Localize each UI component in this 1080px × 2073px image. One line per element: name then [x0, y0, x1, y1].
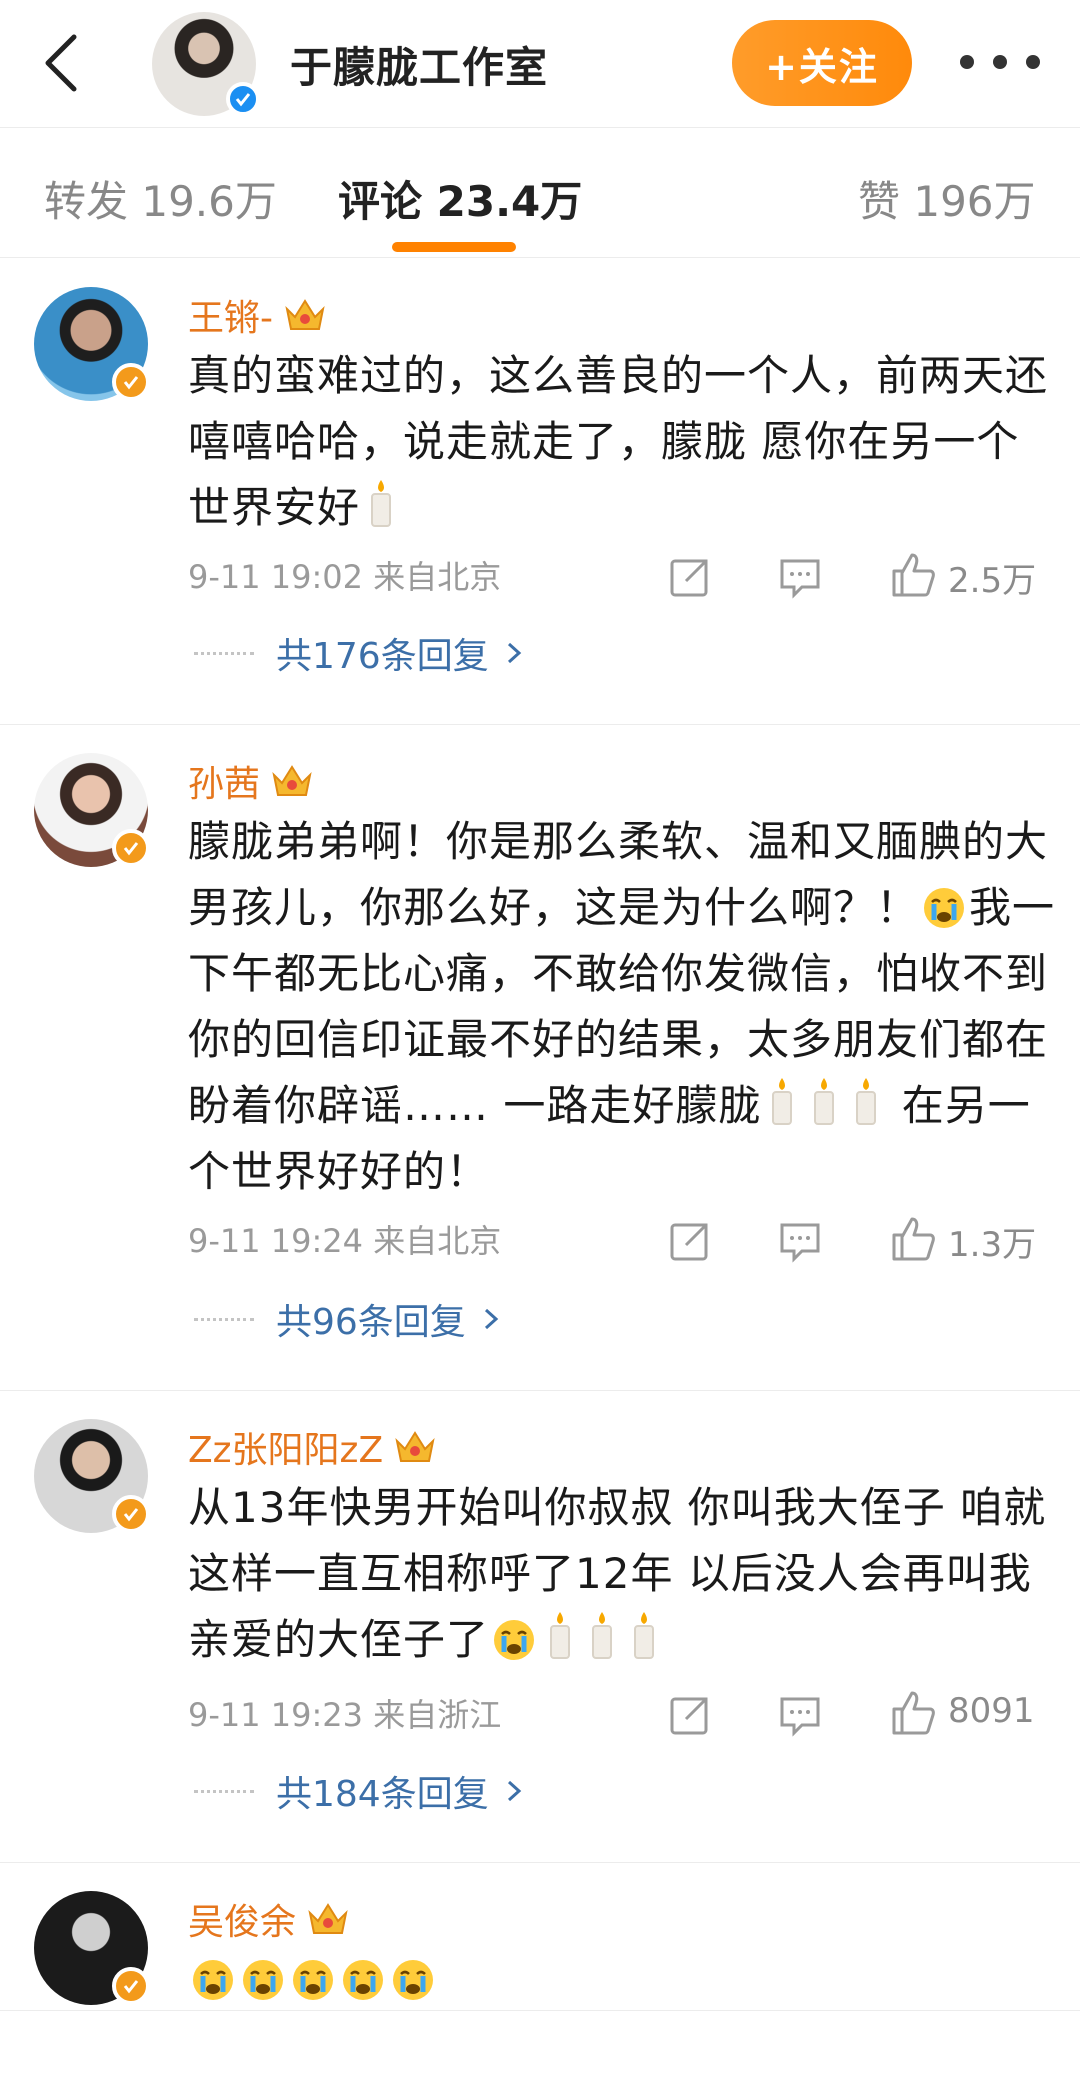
crying-emoji-icon: [393, 1960, 433, 2000]
crying-emoji-icon: [924, 888, 965, 928]
candle-icon: [772, 1078, 793, 1125]
replies-link[interactable]: 共96条回复: [276, 1293, 466, 1345]
thumbs-up-icon[interactable]: [888, 1689, 936, 1737]
comment-text: 朦胧弟弟啊！你是那么柔软、温和又腼腆的大男孩儿，你那么好，这是为什么啊？！ 我一下…: [188, 809, 1058, 1205]
username[interactable]: 吴俊余: [188, 1893, 296, 1945]
like-count: 1.3万: [948, 1225, 1037, 1265]
timestamp-location: 9-11 19:23 来自浙江: [188, 1696, 502, 1734]
view-replies[interactable]: 共96条回复: [194, 1289, 502, 1349]
comment-item: 王锵- 真的蛮难过的，这么善良的一个人，前两天还嘻嘻哈哈，说走就走了，朦胧 愿你…: [0, 259, 1080, 725]
replies-dots: [194, 1317, 254, 1321]
view-replies[interactable]: 共176条回复: [194, 623, 525, 683]
crying-emoji-icon: [494, 1620, 535, 1660]
chevron-right-icon: [507, 1780, 521, 1802]
name-row: Zz张阳阳zZ: [188, 1421, 437, 1473]
bottom-toolbar: [0, 2010, 1080, 2060]
name-row: 吴俊余: [188, 1893, 350, 1945]
chevron-right-icon: [484, 1308, 499, 1330]
comment-reply-icon[interactable]: [778, 555, 822, 599]
chevron-right-icon: [507, 642, 521, 664]
crown-icon: [308, 1903, 348, 1934]
comment-reply-icon[interactable]: [778, 1693, 822, 1737]
more-options-icon[interactable]: [960, 40, 1040, 84]
comment-text: [188, 1947, 1058, 2013]
comment-actions: 2.5万: [668, 545, 1058, 605]
crying-emoji-icon: [293, 1960, 333, 2000]
post-tabs: 转发 19.6万 评论 23.4万 赞 196万: [0, 128, 1080, 258]
verified-badge-icon: [112, 1495, 150, 1533]
comment-item: Zz张阳阳zZ 从13年快男开始叫你叔叔 你叫我大侄子 咱就这样一直互相称呼了1…: [0, 1391, 1080, 1863]
name-row: 王锵-: [188, 289, 327, 341]
share-icon[interactable]: [668, 1219, 712, 1263]
comment-actions: 1.3万: [668, 1209, 1058, 1269]
view-replies[interactable]: 共184条回复: [194, 1761, 525, 1821]
comment-meta: 9-11 19:02 来自北京 2.5万: [188, 545, 1048, 605]
candle-icon: [371, 480, 392, 527]
avatar[interactable]: [34, 287, 150, 401]
chevron-left-icon: [45, 34, 77, 92]
comment-list: 王锵- 真的蛮难过的，这么善良的一个人，前两天还嘻嘻哈哈，说走就走了，朦胧 愿你…: [0, 259, 1080, 2073]
crown-icon: [395, 1431, 435, 1462]
top-bar: 于朦胧工作室 +关注: [0, 0, 1080, 128]
like-count: 8091: [948, 1691, 1035, 1731]
comment-text-body: 真的蛮难过的，这么善良的一个人，前两天还嘻嘻哈哈，说走就走了，朦胧 愿你在另一个…: [188, 351, 1049, 532]
tab-likes[interactable]: 赞 196万: [858, 168, 1036, 229]
account-avatar[interactable]: [152, 12, 260, 116]
replies-link[interactable]: 共184条回复: [276, 1765, 489, 1817]
comment-item: 孙茜 朦胧弟弟啊！你是那么柔软、温和又腼腆的大男孩儿，你那么好，这是为什么啊？！…: [0, 725, 1080, 1391]
candle-icon: [634, 1612, 655, 1659]
candle-icon: [814, 1078, 835, 1125]
share-icon[interactable]: [668, 1693, 712, 1737]
tab-comments[interactable]: 评论 23.4万: [338, 168, 582, 229]
avatar[interactable]: [34, 1891, 150, 2005]
avatar[interactable]: [34, 753, 150, 867]
share-icon[interactable]: [668, 555, 712, 599]
comment-reply-icon[interactable]: [778, 1219, 822, 1263]
comment-text: 真的蛮难过的，这么善良的一个人，前两天还嘻嘻哈哈，说走就走了，朦胧 愿你在另一个…: [188, 343, 1058, 541]
crying-emoji-icon: [243, 1960, 283, 2000]
verified-badge-icon: [112, 829, 150, 867]
verified-badge-icon: [112, 363, 150, 401]
username[interactable]: 王锵-: [188, 289, 273, 341]
username[interactable]: 孙茜: [188, 755, 260, 807]
name-row: 孙茜: [188, 755, 314, 807]
crown-icon: [285, 299, 325, 330]
username[interactable]: Zz张阳阳zZ: [188, 1421, 383, 1473]
comment-text-body: 朦胧弟弟啊！你是那么柔软、温和又腼腆的大男孩儿，你那么好，这是为什么啊？！: [188, 817, 1049, 932]
replies-link[interactable]: 共176条回复: [276, 627, 489, 679]
candle-icon: [550, 1612, 571, 1659]
crying-emoji-icon: [343, 1960, 383, 2000]
replies-dots: [194, 651, 254, 655]
replies-dots: [194, 1789, 254, 1793]
verified-badge-icon: [226, 82, 260, 116]
comment-text: 从13年快男开始叫你叔叔 你叫我大侄子 咱就这样一直互相称呼了12年 以后没人会…: [188, 1475, 1058, 1673]
timestamp-location: 9-11 19:02 来自北京: [188, 558, 502, 596]
active-tab-indicator: [392, 242, 516, 252]
avatar[interactable]: [34, 1419, 150, 1533]
follow-button[interactable]: +关注: [732, 20, 912, 106]
tab-repost[interactable]: 转发 19.6万: [44, 168, 277, 229]
candle-icon: [856, 1078, 877, 1125]
comment-actions: 8091: [668, 1683, 1058, 1743]
candle-icon: [592, 1612, 613, 1659]
comment-meta: 9-11 19:23 来自浙江 8091: [188, 1683, 1048, 1743]
thumbs-up-icon[interactable]: [888, 551, 936, 599]
like-count: 2.5万: [948, 561, 1037, 601]
thumbs-up-icon[interactable]: [888, 1215, 936, 1263]
timestamp-location: 9-11 19:24 来自北京: [188, 1222, 502, 1260]
crying-emoji-icon: [193, 1960, 233, 2000]
account-name[interactable]: 于朦胧工作室: [290, 34, 548, 95]
verified-badge-icon: [112, 1967, 150, 2005]
crown-icon: [272, 765, 312, 796]
back-button[interactable]: [30, 28, 90, 98]
comment-meta: 9-11 19:24 来自北京 1.3万: [188, 1209, 1048, 1269]
